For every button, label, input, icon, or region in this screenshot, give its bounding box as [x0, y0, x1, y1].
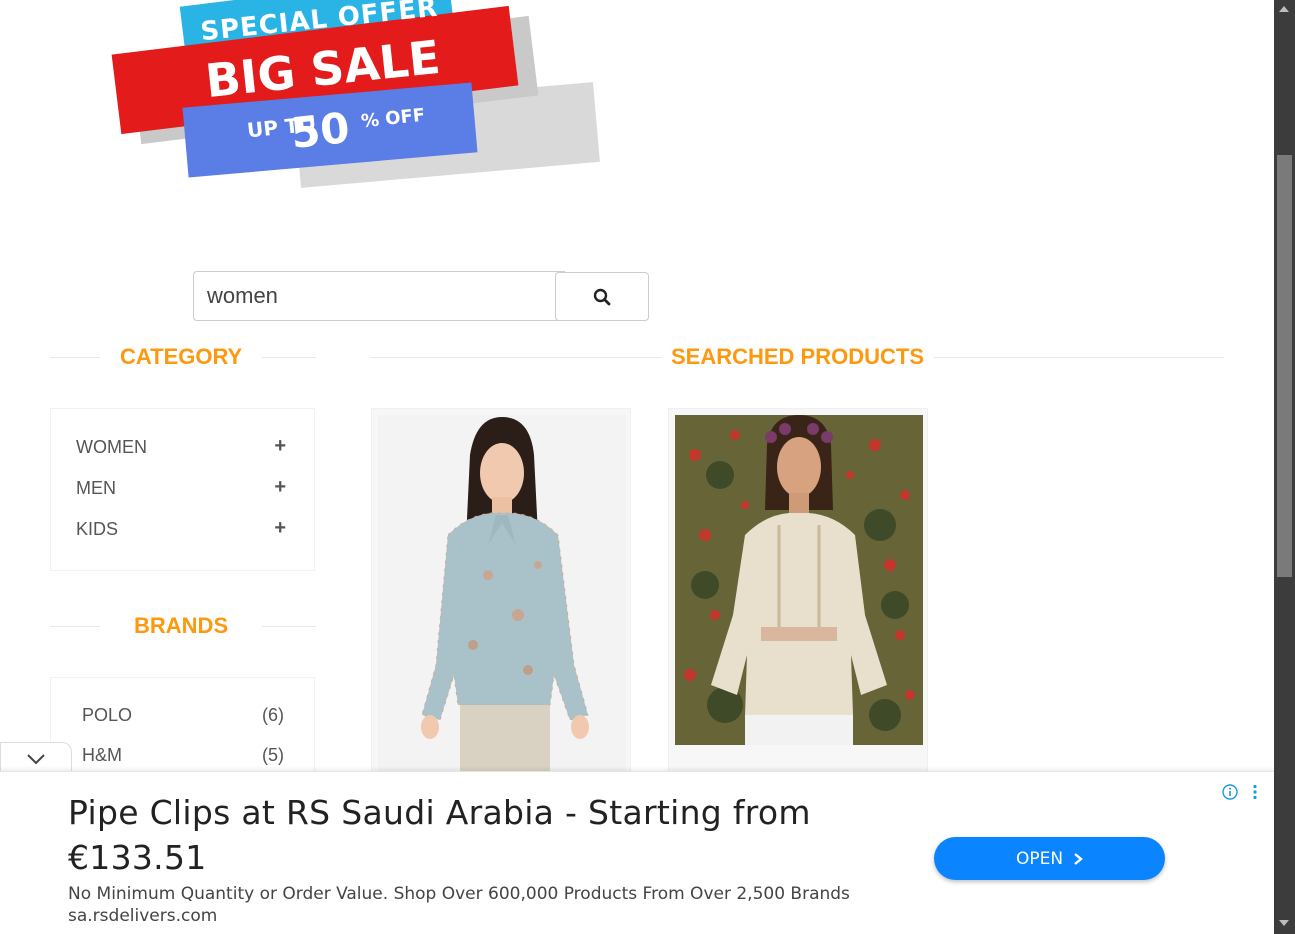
divider	[262, 625, 316, 627]
scrollbar[interactable]	[1274, 0, 1295, 934]
more-vertical-icon[interactable]	[1252, 784, 1258, 800]
brand-item-hm[interactable]: H&M (5)	[82, 745, 284, 766]
brand-count: (5)	[262, 745, 284, 765]
scroll-down-arrow[interactable]	[1279, 920, 1289, 926]
divider	[934, 356, 1224, 358]
brand-item-polo[interactable]: POLO (6)	[82, 705, 284, 726]
ad-open-button[interactable]: OPEN	[934, 837, 1165, 880]
category-label: MEN	[76, 478, 116, 498]
plus-icon[interactable]: +	[274, 477, 286, 499]
brands-title: BRANDS	[134, 613, 229, 638]
product-photo	[675, 415, 923, 745]
divider	[50, 356, 100, 358]
chevron-right-icon	[1074, 852, 1083, 865]
category-heading: CATEGORY	[50, 344, 316, 370]
category-title: CATEGORY	[120, 344, 243, 369]
search-input[interactable]	[193, 271, 565, 321]
product-image[interactable]	[675, 415, 923, 745]
category-label: KIDS	[76, 519, 119, 539]
category-label: WOMEN	[76, 437, 147, 457]
ad-headline[interactable]: Pipe Clips at RS Saudi Arabia - Starting…	[68, 790, 828, 880]
chevron-down-icon	[27, 753, 45, 764]
brand-count: (6)	[262, 705, 284, 725]
product-card[interactable]	[371, 408, 631, 778]
ad-collapse-button[interactable]	[0, 742, 72, 774]
scrollbar-thumb[interactable]	[1277, 155, 1292, 577]
search-button[interactable]	[555, 272, 649, 321]
brand-label: H&M	[82, 745, 122, 765]
search-icon	[593, 288, 611, 305]
category-item-kids[interactable]: KIDS +	[76, 518, 286, 540]
brand-label: POLO	[82, 705, 133, 725]
divider	[371, 356, 661, 358]
product-photo	[378, 415, 626, 777]
ad-description: No Minimum Quantity or Order Value. Shop…	[68, 884, 850, 904]
divider	[50, 625, 100, 627]
products-heading: SEARCHED PRODUCTS	[371, 344, 1224, 370]
category-item-women[interactable]: WOMEN +	[76, 436, 286, 458]
brands-panel: POLO (6) H&M (5)	[50, 677, 315, 777]
plus-icon[interactable]: +	[274, 436, 286, 458]
ad-open-label: OPEN	[1015, 848, 1064, 869]
category-item-men[interactable]: MEN +	[76, 477, 286, 499]
brands-heading: BRANDS	[50, 613, 316, 639]
ad-content[interactable]: Pipe Clips at RS Saudi Arabia - Starting…	[10, 782, 1266, 934]
info-icon[interactable]	[1222, 784, 1238, 800]
sale-banner: SPECIAL OFFER BIG SALE UP TO 50 % OFF	[105, 0, 600, 200]
product-image[interactable]	[378, 415, 626, 777]
ad-banner[interactable]: Pipe Clips at RS Saudi Arabia - Starting…	[0, 771, 1274, 934]
divider	[262, 356, 316, 358]
category-panel: WOMEN + MEN + KIDS +	[50, 408, 315, 571]
product-card[interactable]	[668, 408, 928, 778]
ad-url[interactable]: sa.rsdelivers.com	[68, 906, 217, 926]
scroll-up-arrow[interactable]	[1279, 6, 1289, 12]
banner-percent-value: 50	[288, 103, 352, 158]
products-title: SEARCHED PRODUCTS	[670, 344, 925, 369]
plus-icon[interactable]: +	[274, 518, 286, 540]
